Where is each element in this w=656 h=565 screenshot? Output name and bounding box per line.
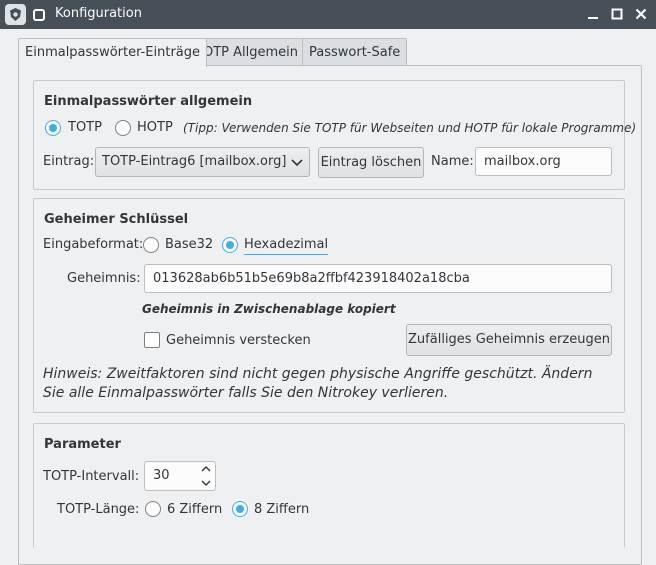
length-8-radio[interactable] (232, 501, 248, 517)
secret-key-group: Geheimer Schlüssel Eingabeformat: Base32… (33, 198, 625, 413)
hide-secret-label[interactable]: Geheimnis verstecken (166, 333, 311, 348)
hex-radio[interactable] (222, 237, 238, 253)
input-format-label: Eingabeformat: (43, 237, 144, 252)
hex-radio-label[interactable]: Hexadezimal (244, 237, 329, 255)
secret-copied-message: Geheimnis in Zwischenablage kopiert (142, 302, 396, 316)
entry-select[interactable]: TOTP-Eintrag6 [mailbox.org] (95, 147, 310, 177)
base32-radio[interactable] (143, 237, 159, 253)
totp-radio[interactable] (45, 120, 61, 136)
hide-secret-checkbox[interactable] (144, 332, 160, 348)
window-menu-icon[interactable] (30, 6, 47, 23)
name-label: Name: (431, 154, 474, 169)
chevron-down-icon (291, 157, 303, 172)
hotp-radio-label[interactable]: HOTP (137, 120, 173, 135)
totp-interval-spinbox[interactable]: 30 (144, 461, 216, 491)
base32-radio-label[interactable]: Base32 (165, 237, 213, 252)
totp-length-label: TOTP-Länge: (57, 502, 140, 517)
tab-einmalpasswoerter-eintraege[interactable]: Einmalpasswörter-Einträge (18, 38, 208, 67)
secret-label: Geheimnis: (67, 271, 141, 286)
tab-label: OTP Allgemein (203, 45, 299, 60)
parameter-group: Parameter TOTP-Intervall: 30 TOTP-Länge:… (33, 423, 625, 548)
group-title: Einmalpasswörter allgemein (44, 94, 253, 109)
entry-label: Eintrag: (43, 154, 95, 169)
tab-passwort-safe[interactable]: Passwort-Safe (302, 38, 408, 66)
spin-up-icon (201, 466, 211, 472)
window-titlebar: Konfiguration (0, 0, 656, 29)
generate-secret-button[interactable]: Zufälliges Geheimnis erzeugen (406, 324, 612, 356)
tab-otp-allgemein[interactable]: OTP Allgemein (196, 38, 306, 66)
totp-radio-label[interactable]: TOTP (68, 120, 102, 135)
delete-entry-button[interactable]: Eintrag löschen (318, 147, 424, 178)
spin-down-icon (201, 480, 211, 486)
secret-input[interactable]: 013628ab6b51b5e69b8a2ffbf423918402a18cba (144, 264, 612, 293)
length-8-label[interactable]: 8 Ziffern (254, 502, 309, 517)
nitrokey-app-icon[interactable] (5, 4, 26, 25)
tab-label: Passwort-Safe (309, 45, 401, 60)
otp-general-group: Einmalpasswörter allgemein TOTP HOTP (Ti… (33, 80, 636, 190)
window-title: Konfiguration (55, 6, 142, 21)
group-title: Geheimer Schlüssel (44, 212, 189, 227)
minimize-icon[interactable] (584, 5, 602, 23)
entry-select-value: TOTP-Eintrag6 [mailbox.org] (102, 154, 287, 169)
security-hint: Hinweis: Zweitfaktoren sind nicht gegen … (43, 366, 593, 401)
totp-interval-label: TOTP-Intervall: (43, 469, 140, 484)
length-6-label[interactable]: 6 Ziffern (167, 502, 222, 517)
length-6-radio[interactable] (145, 501, 161, 517)
close-icon[interactable] (632, 5, 650, 23)
totp-interval-value: 30 (153, 468, 170, 483)
maximize-icon[interactable] (608, 5, 626, 23)
hotp-radio[interactable] (115, 120, 131, 136)
tab-label: Einmalpasswörter-Einträge (25, 45, 201, 60)
name-input[interactable]: mailbox.org (475, 147, 612, 176)
spinbox-arrows[interactable] (200, 465, 212, 487)
group-title: Parameter (44, 437, 121, 452)
otp-type-tip: (Tipp: Verwenden Sie TOTP für Webseiten … (183, 121, 637, 135)
